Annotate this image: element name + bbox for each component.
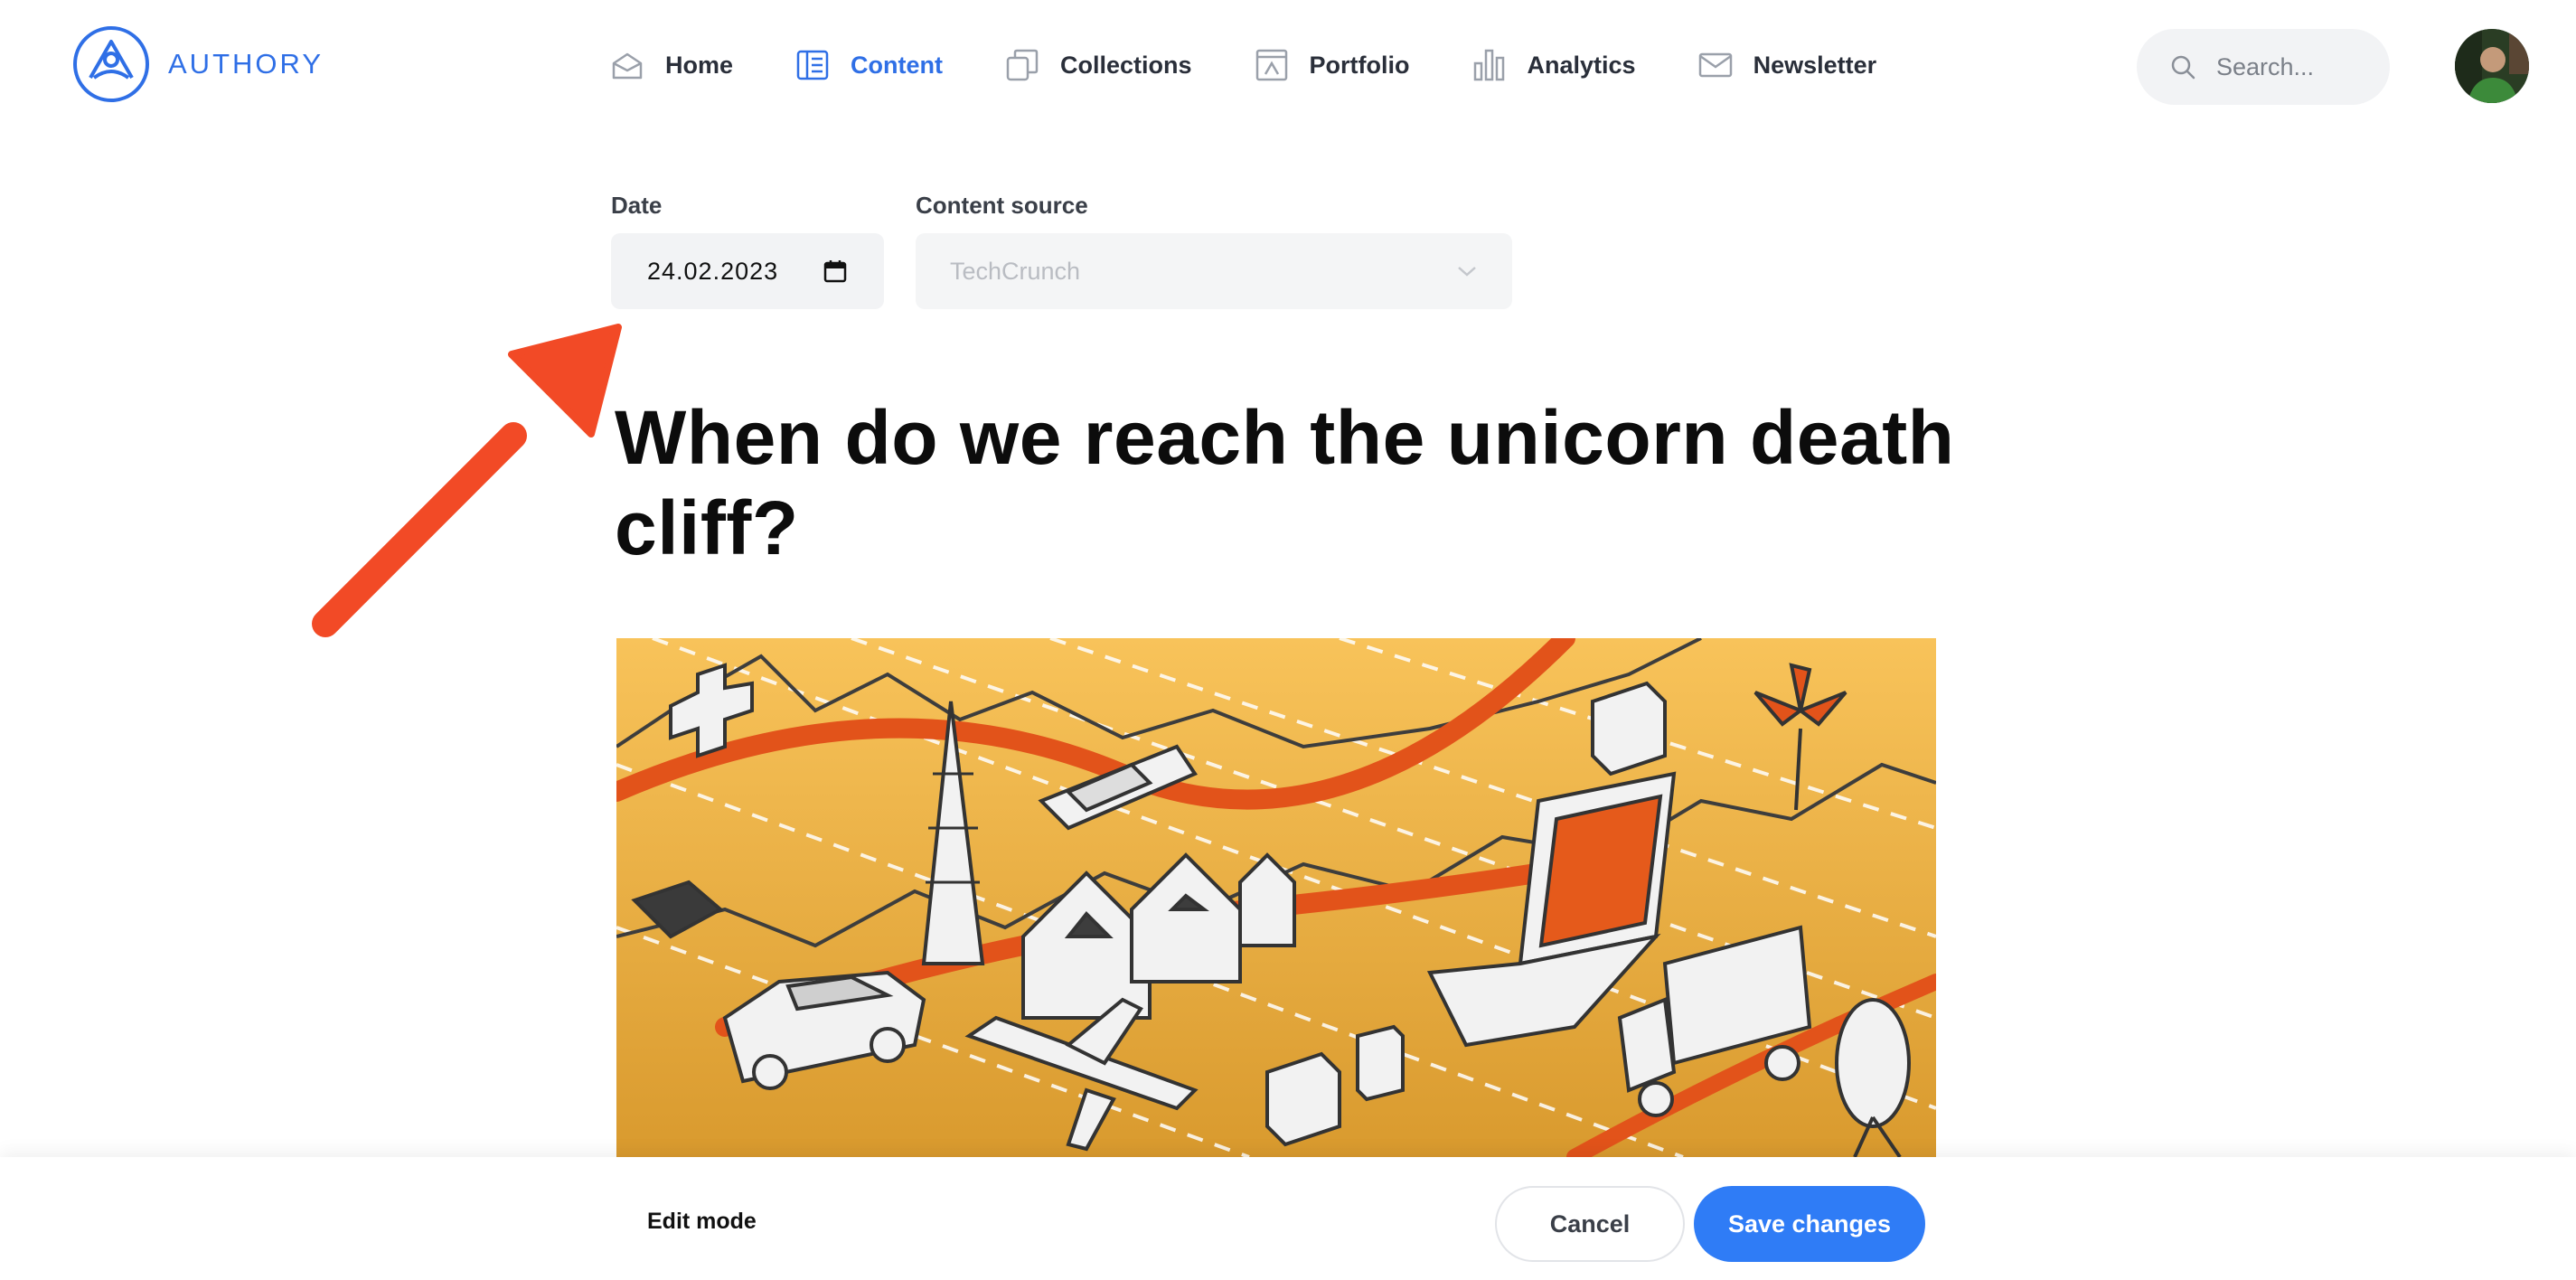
content-icon [794,47,831,83]
search-icon [2169,53,2196,80]
arrow-annotation-icon [312,324,622,637]
nav-item-content[interactable]: Content [794,47,943,83]
nav-label-content: Content [851,51,943,79]
date-field[interactable]: 24.02.2023 [611,233,884,309]
home-icon [609,47,645,83]
date-value: 24.02.2023 [647,257,779,285]
edit-mode-bar [0,1157,2576,1280]
cancel-button[interactable]: Cancel [1495,1186,1685,1262]
authory-logo-icon [73,26,149,102]
content-source-value: TechCrunch [950,257,1081,285]
collections-icon [1004,47,1040,83]
avatar-image [2455,29,2529,103]
search-box[interactable] [2137,29,2390,105]
nav-item-home[interactable]: Home [609,47,733,83]
nav-item-portfolio[interactable]: Portfolio [1254,47,1410,83]
analytics-icon [1471,47,1508,83]
edit-mode-label: Edit mode [647,1209,757,1234]
nav-label-collections: Collections [1060,51,1192,79]
article-hero-image [616,638,1936,1157]
isometric-illustration [616,638,1936,1157]
date-label: Date [611,192,663,219]
nav-label-home: Home [665,51,734,79]
main-nav: Home Content Collections Portfolio Analy… [609,38,1938,92]
calendar-icon[interactable] [823,259,848,284]
newsletter-icon [1697,47,1734,83]
top-header: AUTHORY Home Content Collections Portfol… [0,0,2576,131]
brand-name: AUTHORY [168,48,324,80]
nav-label-portfolio: Portfolio [1309,51,1410,79]
content-source-label: Content source [916,192,1088,219]
nav-label-analytics: Analytics [1527,51,1636,79]
search-input[interactable] [2216,52,2370,81]
portfolio-icon [1254,47,1290,83]
nav-item-newsletter[interactable]: Newsletter [1697,47,1877,83]
chevron-down-icon [1458,267,1476,277]
nav-item-analytics[interactable]: Analytics [1471,47,1636,83]
nav-label-newsletter: Newsletter [1753,51,1877,79]
user-avatar[interactable] [2455,29,2529,103]
article-title[interactable]: When do we reach the unicorn death cliff… [615,392,1970,573]
nav-item-collections[interactable]: Collections [1004,47,1192,83]
authory-logo[interactable]: AUTHORY [72,25,324,103]
content-source-select[interactable]: TechCrunch [916,233,1512,309]
save-changes-button[interactable]: Save changes [1694,1186,1925,1262]
